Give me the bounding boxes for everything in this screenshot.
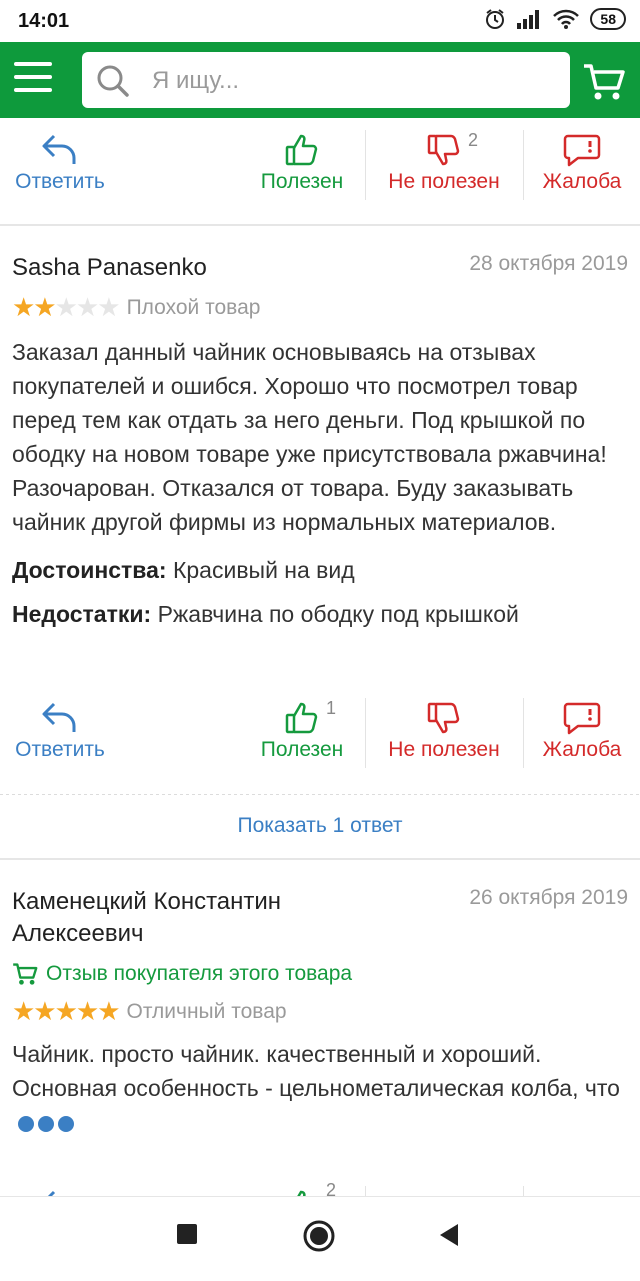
review-card: Sasha Panasenko 28 октября 2019 ★★★★★ Пл…	[12, 252, 628, 631]
square-icon	[177, 1224, 197, 1244]
menu-button[interactable]	[14, 62, 52, 98]
recent-apps-button[interactable]	[176, 1223, 198, 1250]
home-circle-icon	[303, 1220, 335, 1252]
complaint-label: Жалоба	[542, 170, 622, 193]
useful-button[interactable]: Полезен	[242, 122, 362, 212]
review-card: Каменецкий Константин Алексеевич 26 октя…	[12, 886, 628, 1139]
reply-icon	[42, 702, 76, 732]
not-useful-label: Не полезен	[388, 738, 500, 761]
verified-buyer-badge: Отзыв покупателя этого товара	[12, 962, 628, 986]
review-actions: Ответить Полезен 2 Не полезен Жалоба	[0, 122, 640, 212]
thumbs-up-icon	[285, 702, 318, 734]
review-cons: Недостатки: Ржавчина по ободку под крышк…	[12, 597, 628, 631]
not-useful-count: 2	[468, 130, 479, 150]
complaint-label: Жалоба	[542, 738, 622, 761]
useful-count: 1	[326, 698, 337, 718]
not-useful-label: Не полезен	[388, 170, 500, 193]
alarm-icon	[486, 9, 505, 29]
status-icons: 58	[484, 8, 626, 30]
rating-text: Отличный товар	[126, 999, 287, 1023]
section-divider	[0, 224, 640, 226]
expand-more-button[interactable]	[18, 1115, 74, 1132]
wifi-icon	[553, 9, 580, 29]
verified-buyer-text: Отзыв покупателя этого товара	[46, 962, 353, 985]
back-button[interactable]	[438, 1223, 460, 1252]
cons-label: Недостатки:	[12, 601, 152, 627]
reply-button[interactable]: Ответить	[0, 122, 120, 212]
not-useful-button[interactable]: 2 Не полезен	[366, 122, 522, 212]
review-text: Заказал данный чайник основываясь на отз…	[12, 339, 607, 535]
star-rating: ★★★★★	[12, 996, 121, 1026]
review-text-wrap: Чайник. просто чайник. качественный и хо…	[12, 1037, 628, 1139]
reply-label: Ответить	[15, 170, 105, 193]
signal-icon	[517, 10, 540, 29]
thumbs-up-icon	[285, 134, 318, 166]
rating-line: ★★★★★ Отличный товар	[12, 996, 628, 1027]
reply-label: Ответить	[15, 738, 105, 761]
search-input[interactable]	[150, 60, 554, 102]
status-time: 14:01	[18, 10, 70, 32]
review-text: Чайник. просто чайник. качественный и хо…	[12, 1041, 620, 1101]
complaint-button[interactable]: Жалоба	[524, 122, 640, 212]
review-pros: Достоинства: Красивый на вид	[12, 553, 628, 587]
back-triangle-icon	[440, 1224, 458, 1246]
pros-label: Достоинства:	[12, 557, 167, 583]
dotted-divider	[0, 794, 640, 795]
cons-value: Ржавчина по ободку под крышкой	[157, 601, 519, 627]
not-useful-button[interactable]: Не полезен	[366, 690, 522, 780]
review-author: Каменецкий Константин Алексеевич	[12, 888, 282, 947]
useful-button[interactable]: 1 Полезен	[242, 690, 362, 780]
search-box[interactable]	[82, 52, 570, 108]
system-nav-bar	[0, 1196, 640, 1281]
rating-text: Плохой товар	[126, 295, 261, 319]
hamburger-icon	[14, 62, 52, 66]
reply-button[interactable]: Ответить	[0, 690, 120, 780]
cart-button[interactable]	[582, 62, 626, 107]
star-rating: ★★★★★	[12, 292, 121, 322]
thumbs-down-icon	[427, 702, 460, 734]
app-bar	[0, 42, 640, 118]
search-icon	[97, 65, 129, 97]
pros-value: Красивый на вид	[172, 557, 355, 583]
review-date: 26 октября 2019	[469, 886, 628, 909]
complaint-icon	[563, 134, 601, 167]
rating-line: ★★★★★ Плохой товар	[12, 292, 628, 323]
thumbs-down-icon	[427, 134, 460, 166]
cart-icon	[13, 963, 38, 985]
complaint-button[interactable]: Жалоба	[524, 690, 640, 780]
cart-icon	[584, 64, 625, 100]
reply-icon	[42, 134, 76, 164]
useful-label: Полезен	[260, 170, 344, 193]
section-divider	[0, 858, 640, 860]
show-answers-link[interactable]: Показать 1 ответ	[0, 814, 640, 838]
complaint-icon	[563, 702, 601, 735]
home-button[interactable]	[302, 1219, 336, 1258]
review-date: 28 октября 2019	[469, 252, 628, 275]
useful-label: Полезен	[260, 738, 344, 761]
status-bar: 14:01 58	[0, 0, 640, 42]
review-actions: Ответить 1 Полезен Не полезен Жалоба	[0, 690, 640, 780]
battery-indicator: 58	[590, 8, 626, 30]
